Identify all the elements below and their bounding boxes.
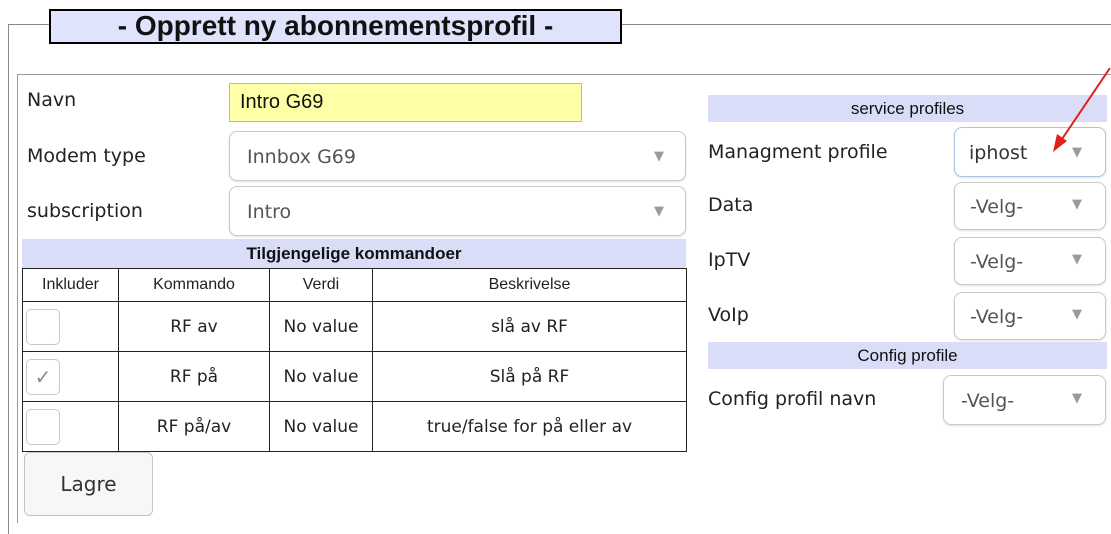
- subscription-value: Intro: [247, 201, 292, 223]
- data-profile-label: Data: [708, 194, 754, 216]
- include-checkbox[interactable]: ✓: [26, 358, 60, 395]
- config-profile-value: -Velg-: [961, 390, 1015, 412]
- chevron-down-icon: ▼: [654, 204, 664, 219]
- management-profile-label: Managment profile: [708, 141, 888, 163]
- include-checkbox[interactable]: [26, 308, 60, 345]
- description-cell: true/false for på eller av: [372, 401, 687, 452]
- chevron-down-icon: ▼: [1072, 197, 1082, 212]
- commands-heading: Tilgjengelige kommandoer: [22, 239, 686, 268]
- column-header-description: Beskrivelse: [372, 268, 687, 302]
- subscription-label: subscription: [27, 200, 143, 222]
- value-cell: No value: [269, 401, 373, 452]
- command-cell: RF av: [118, 301, 270, 352]
- modem-type-value: Innbox G69: [247, 146, 356, 168]
- config-profile-name-label: Config profil navn: [708, 388, 877, 410]
- column-header-include: Inkluder: [22, 268, 119, 302]
- chevron-down-icon: ▼: [1072, 307, 1082, 322]
- voip-profile-select[interactable]: -Velg- ▼: [954, 292, 1106, 340]
- chevron-down-icon: ▼: [1072, 391, 1082, 406]
- name-label: Navn: [27, 89, 77, 111]
- voip-profile-value: -Velg-: [970, 306, 1024, 328]
- column-header-value: Verdi: [269, 268, 373, 302]
- table-row: RF av No value slå av RF: [22, 301, 687, 352]
- page-title: - Opprett ny abonnementsprofil -: [49, 9, 622, 44]
- value-cell: No value: [269, 301, 373, 352]
- subscription-select[interactable]: Intro ▼: [229, 186, 686, 236]
- modem-type-select[interactable]: Innbox G69 ▼: [229, 131, 686, 181]
- data-profile-value: -Velg-: [970, 196, 1024, 218]
- modem-type-label: Modem type: [27, 145, 146, 167]
- commands-table: Inkluder Kommando Verdi Beskrivelse RF a…: [22, 268, 687, 452]
- iptv-profile-label: IpTV: [708, 249, 751, 271]
- data-profile-select[interactable]: -Velg- ▼: [954, 182, 1106, 230]
- chevron-down-icon: ▼: [654, 149, 664, 164]
- command-cell: RF på/av: [118, 401, 270, 452]
- table-row: RF på/av No value true/false for på elle…: [22, 401, 687, 452]
- include-checkbox[interactable]: [26, 408, 60, 445]
- config-profile-heading: Config profile: [708, 342, 1107, 369]
- value-cell: No value: [269, 351, 373, 402]
- description-cell: slå av RF: [372, 301, 687, 352]
- command-cell: RF på: [118, 351, 270, 402]
- commands-table-header: Inkluder Kommando Verdi Beskrivelse: [22, 268, 687, 302]
- config-profile-select[interactable]: -Velg- ▼: [943, 375, 1106, 425]
- management-profile-value: iphost: [969, 142, 1028, 164]
- table-row: ✓ RF på No value Slå på RF: [22, 351, 687, 402]
- save-button[interactable]: Lagre: [24, 452, 153, 516]
- voip-profile-label: VoIp: [708, 304, 749, 326]
- chevron-down-icon: ▼: [1072, 252, 1082, 267]
- description-cell: Slå på RF: [372, 351, 687, 402]
- iptv-profile-select[interactable]: -Velg- ▼: [954, 237, 1106, 285]
- iptv-profile-value: -Velg-: [970, 251, 1024, 273]
- column-header-command: Kommando: [118, 268, 270, 302]
- name-input[interactable]: Intro G69: [229, 83, 582, 122]
- annotation-arrow-icon: [1053, 67, 1111, 152]
